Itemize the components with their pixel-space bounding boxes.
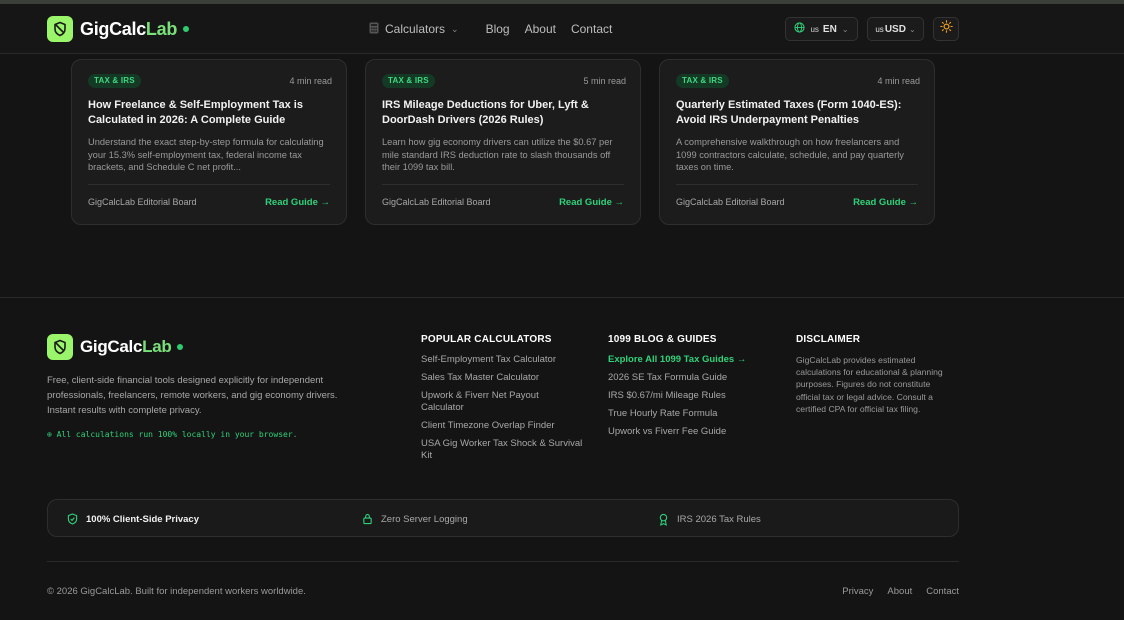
guide-card[interactable]: TAX & IRS 4 min read Quarterly Estimated… <box>659 59 935 225</box>
card-title[interactable]: Quarterly Estimated Taxes (Form 1040-ES)… <box>676 98 921 128</box>
language-selector[interactable]: us EN ⌄ <box>785 17 858 41</box>
trust-bar: 100% Client-Side Privacy Zero Server Log… <box>47 499 959 537</box>
language-code: EN <box>822 23 837 35</box>
card-author: GigCalcLab Editorial Board <box>676 197 785 207</box>
blog-guides-column: 1099 BLOG & GUIDES Explore All 1099 Tax … <box>608 334 778 444</box>
main-nav: Calculators ⌄ Blog About Contact <box>369 4 640 54</box>
brand-name: GigCalcLab <box>80 18 178 39</box>
status-dot <box>183 26 190 32</box>
read-guide-link[interactable]: Read Guide → <box>265 197 330 208</box>
chevron-down-icon: ⌄ <box>908 24 916 34</box>
trust-item-privacy: 100% Client-Side Privacy <box>67 500 199 538</box>
card-author: GigCalcLab Editorial Board <box>88 197 197 207</box>
theme-toggle-button[interactable] <box>933 17 959 41</box>
calculator-icon <box>369 22 379 37</box>
footer-link[interactable]: USA Gig Worker Tax Shock & Survival Kit <box>421 438 591 462</box>
language-flag: us <box>810 24 819 34</box>
divider <box>676 184 918 185</box>
status-dot <box>177 344 184 350</box>
explore-guides-link[interactable]: Explore All 1099 Tax Guides → <box>608 354 778 366</box>
shield-logo-icon <box>47 334 73 360</box>
divider <box>88 184 330 185</box>
copyright-text: © 2026 GigCalcLab. Built for independent… <box>47 586 306 597</box>
read-guide-link[interactable]: Read Guide → <box>853 197 918 208</box>
nav-calculators-label: Calculators <box>385 22 446 36</box>
sun-icon <box>939 20 953 38</box>
card-description: A comprehensive walkthrough on how freel… <box>676 137 904 172</box>
card-title[interactable]: How Freelance & Self-Employment Tax is C… <box>88 98 333 128</box>
footer-brand-logo[interactable]: GigCalcLab <box>47 334 184 360</box>
disclaimer-column: DISCLAIMER GigCalcLab provides estimated… <box>796 334 961 415</box>
footer-bottom-divider <box>47 561 959 562</box>
nav-about-link[interactable]: About <box>525 22 556 36</box>
lock-icon <box>362 513 373 525</box>
category-badge: TAX & IRS <box>382 74 435 88</box>
globe-icon <box>794 22 806 36</box>
column-heading: 1099 BLOG & GUIDES <box>608 334 717 345</box>
column-heading: DISCLAIMER <box>796 334 861 345</box>
footer-link[interactable]: Sales Tax Master Calculator <box>421 372 591 384</box>
read-time: 5 min read <box>583 76 626 86</box>
card-description: Understand the exact step-by-step formul… <box>88 137 324 172</box>
category-badge: TAX & IRS <box>676 74 729 88</box>
category-badge: TAX & IRS <box>88 74 141 88</box>
footer-link[interactable]: True Hourly Rate Formula <box>608 408 778 420</box>
footer-description: Free, client-side financial tools design… <box>47 375 338 416</box>
read-guide-link[interactable]: Read Guide → <box>559 197 624 208</box>
card-title[interactable]: IRS Mileage Deductions for Uber, Lyft & … <box>382 98 627 128</box>
currency-code: USD <box>884 23 906 35</box>
footer-link[interactable]: IRS $0.67/mi Mileage Rules <box>608 390 778 402</box>
privacy-link[interactable]: Privacy <box>842 586 873 597</box>
trust-item-logging: Zero Server Logging <box>362 500 468 538</box>
brand-name: GigCalcLab <box>80 337 172 356</box>
nav-contact-link[interactable]: Contact <box>571 22 612 36</box>
chevron-down-icon: ⌄ <box>451 23 459 34</box>
footer-link[interactable]: Upwork & Fiverr Net Payout Calculator <box>421 390 561 414</box>
nav-calculators-dropdown[interactable]: Calculators ⌄ <box>369 22 459 37</box>
footer-bottom-links: Privacy About Contact <box>828 586 959 597</box>
currency-selector[interactable]: us USD ⌄ <box>867 17 924 41</box>
guide-card[interactable]: TAX & IRS 4 min read How Freelance & Sel… <box>71 59 347 225</box>
nav-blog-link[interactable]: Blog <box>486 22 510 36</box>
chevron-down-icon: ⌄ <box>841 24 849 34</box>
contact-link[interactable]: Contact <box>926 586 959 597</box>
trust-item-rules: IRS 2026 Tax Rules <box>658 500 761 538</box>
site-header: GigCalcLab Calculators ⌄ Blog About Cont… <box>0 4 1124 54</box>
about-link[interactable]: About <box>887 586 912 597</box>
local-processing-note: ⊕ All calculations run 100% locally in y… <box>47 430 298 439</box>
divider <box>382 184 624 185</box>
footer-link[interactable]: Upwork vs Fiverr Fee Guide <box>608 426 778 438</box>
footer-link[interactable]: Client Timezone Overlap Finder <box>421 420 591 432</box>
shield-logo-icon <box>47 16 73 42</box>
popular-calculators-column: POPULAR CALCULATORS Self-Employment Tax … <box>421 334 591 468</box>
read-time: 4 min read <box>289 76 332 86</box>
award-icon <box>658 513 669 526</box>
column-heading: POPULAR CALCULATORS <box>421 334 552 345</box>
card-author: GigCalcLab Editorial Board <box>382 197 491 207</box>
guide-card[interactable]: TAX & IRS 5 min read IRS Mileage Deducti… <box>365 59 641 225</box>
disclaimer-text: GigCalcLab provides estimated calculatio… <box>796 355 943 414</box>
footer-divider <box>0 297 1124 298</box>
card-description: Learn how gig economy drivers can utiliz… <box>382 137 613 172</box>
brand-logo[interactable]: GigCalcLab <box>47 16 190 42</box>
footer-link[interactable]: Self-Employment Tax Calculator <box>421 354 591 366</box>
read-time: 4 min read <box>877 76 920 86</box>
footer-link[interactable]: 2026 SE Tax Formula Guide <box>608 372 778 384</box>
currency-flag: us <box>875 24 884 34</box>
shield-check-icon <box>67 513 78 525</box>
